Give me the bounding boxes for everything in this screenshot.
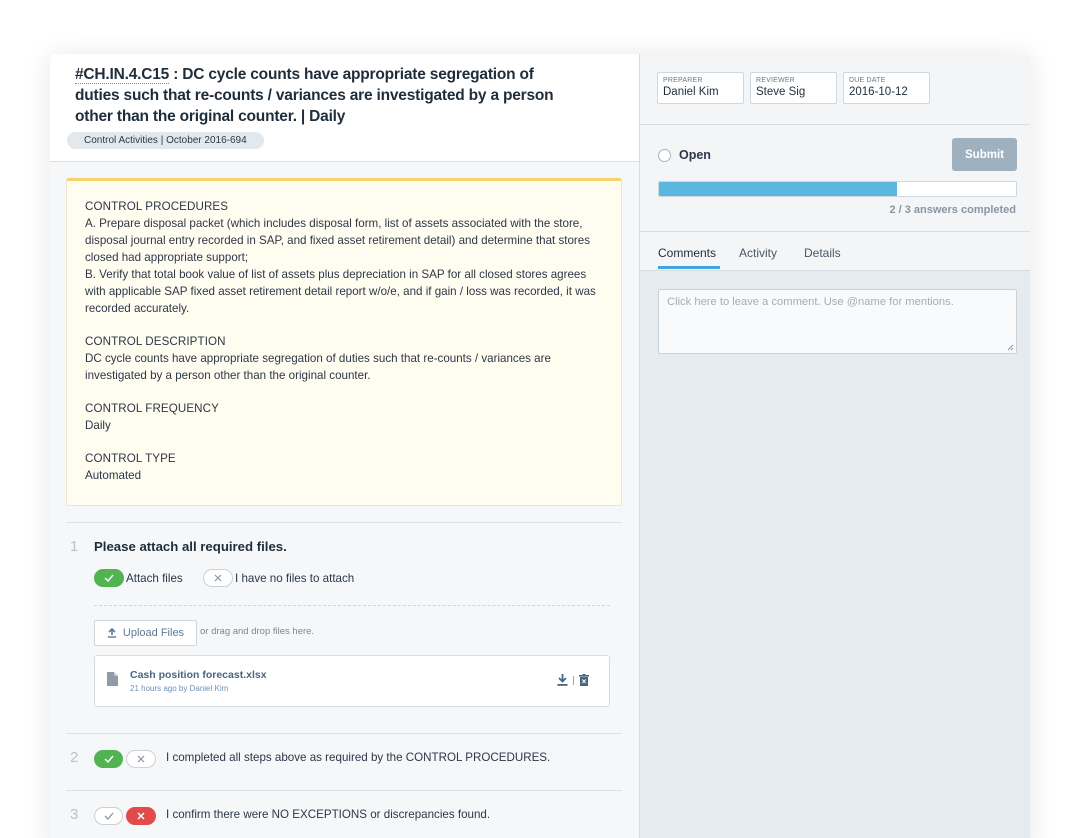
frequency-value: Daily [85,419,111,432]
description-title: CONTROL DESCRIPTION [85,335,226,348]
procedures-section: CONTROL PROCEDURES A. Prepare disposal p… [85,198,603,317]
attach-files-label[interactable]: Attach files [126,572,183,585]
procedures-step-b: B. Verify that total book value of list … [85,268,596,315]
procedures-title: CONTROL PROCEDURES [85,200,229,213]
control-header: #CH.IN.4.C15 : DC cycle counts have appr… [50,54,639,162]
preparer-label: PREPARER [663,77,703,84]
close-icon [214,574,222,582]
tab-bar: Comments Activity Details [640,232,1030,271]
upload-files-label: Upload Files [122,627,185,639]
close-icon [137,812,145,820]
comment-placeholder: Click here to leave a comment. Use @name… [667,296,954,308]
type-section: CONTROL TYPE Automated [85,450,603,484]
frequency-section: CONTROL FREQUENCY Daily [85,400,603,434]
due-date-value: 2016-10-12 [849,86,908,98]
no-files-toggle[interactable] [203,569,233,587]
step-number: 2 [70,749,79,766]
attach-files-toggle[interactable] [94,569,124,587]
task-sidebar: PREPARER Daniel Kim REVIEWER Steve Sig D… [639,54,1030,838]
check-icon [104,755,114,763]
type-value: Automated [85,469,142,482]
status-label: Open [679,148,711,162]
progress-bar [658,181,1017,197]
active-tab-indicator [658,266,720,269]
divider [66,790,622,791]
upload-files-button[interactable]: Upload Files [94,620,197,646]
download-icon[interactable] [557,674,568,686]
description-text: DC cycle counts have appropriate segrega… [85,352,551,382]
trash-icon[interactable] [579,674,589,686]
drag-drop-hint: or drag and drop files here. [200,626,315,637]
progress-fill [659,182,898,196]
status-radio[interactable] [658,149,671,162]
step-number: 3 [70,806,79,823]
assignment-fields: PREPARER Daniel Kim REVIEWER Steve Sig D… [640,54,1030,125]
breadcrumb-badge[interactable]: Control Activities | October 2016-694 [67,132,264,149]
step2-yes-toggle[interactable] [94,750,123,768]
tab-activity[interactable]: Activity [739,246,777,260]
due-date-label: DUE DATE [849,77,886,84]
tab-details[interactable]: Details [804,246,841,260]
control-info-box: CONTROL PROCEDURES A. Prepare disposal p… [66,178,622,506]
action-separator [573,675,574,685]
step3-text: I confirm there were NO EXCEPTIONS or di… [166,808,491,821]
tab-comments[interactable]: Comments [658,246,716,260]
no-files-label[interactable]: I have no files to attach [235,572,354,585]
file-name-link[interactable]: Cash position forecast.xlsx [130,669,267,681]
reviewer-label: REVIEWER [756,77,795,84]
control-task-card: #CH.IN.4.C15 : DC cycle counts have appr… [50,54,1030,838]
control-title: #CH.IN.4.C15 : DC cycle counts have appr… [75,64,575,127]
upload-icon [107,628,116,638]
step2-no-toggle[interactable] [126,750,156,768]
submit-button[interactable]: Submit [952,138,1017,171]
step3-yes-toggle[interactable] [94,807,123,825]
description-section: CONTROL DESCRIPTION DC cycle counts have… [85,333,603,384]
preparer-field[interactable]: PREPARER Daniel Kim [657,72,744,104]
dashed-divider [94,605,610,606]
comment-input[interactable]: Click here to leave a comment. Use @name… [658,289,1017,354]
frequency-title: CONTROL FREQUENCY [85,402,219,415]
type-title: CONTROL TYPE [85,452,176,465]
control-details-panel: #CH.IN.4.C15 : DC cycle counts have appr… [50,54,639,838]
step2-text: I completed all steps above as required … [166,751,551,764]
check-icon [104,574,114,582]
step-number: 1 [70,538,79,555]
status-area: Open Submit 2 / 3 answers completed [640,125,1030,232]
preparer-value: Daniel Kim [663,86,719,98]
reviewer-value: Steve Sig [756,86,806,98]
reviewer-field[interactable]: REVIEWER Steve Sig [750,72,837,104]
attached-file: Cash position forecast.xlsx 21 hours ago… [94,655,610,707]
divider [66,733,622,734]
divider [66,522,622,523]
control-code-link[interactable]: #CH.IN.4.C15 [75,66,169,84]
resize-handle-icon[interactable] [1007,344,1014,351]
step3-no-toggle[interactable] [126,807,156,825]
due-date-field[interactable]: DUE DATE 2016-10-12 [843,72,930,104]
file-meta: 21 hours ago by Daniel Kim [130,684,229,693]
procedures-step-a: A. Prepare disposal packet (which includ… [85,217,591,264]
step-title: Please attach all required files. [94,539,287,554]
file-actions [557,674,589,686]
answers-completed: 2 / 3 answers completed [889,204,1016,216]
close-icon [137,755,145,763]
check-icon [104,812,113,820]
document-icon [107,672,118,686]
